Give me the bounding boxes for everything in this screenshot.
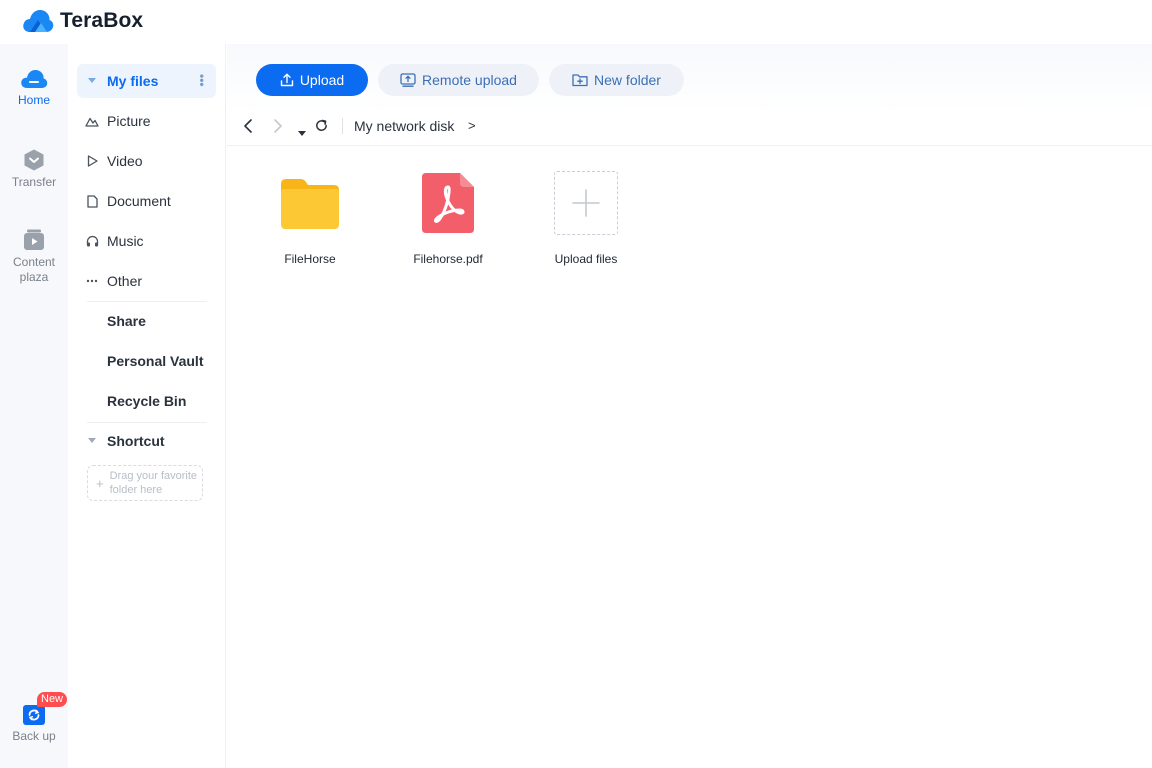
file-name: Filehorse.pdf [413,252,483,266]
new-folder-button[interactable]: New folder [549,64,684,96]
upload-files-tile[interactable]: Upload files [531,170,641,270]
files-nav: My files ••• Picture Video Document Musi… [68,44,226,768]
add-icon [572,189,600,217]
nav-shortcut[interactable]: Shortcut [77,424,216,458]
caret-down-icon [83,78,101,84]
nav-picture[interactable]: Picture [77,104,216,138]
rail-backup[interactable]: Back up New [0,692,68,744]
cloud-icon [21,70,48,88]
new-folder-icon [572,74,588,87]
rail-home-label: Home [17,93,50,107]
forward-icon[interactable] [273,118,283,139]
shortcut-drop-zone[interactable]: + Drag your favorite folder here [87,465,203,501]
headphones-icon [83,235,101,247]
nav-recycle-bin[interactable]: Recycle Bin [77,384,216,418]
back-icon[interactable] [243,118,253,139]
breadcrumb-arrow: > [468,118,476,133]
nav-recycle-bin-label: Recycle Bin [107,393,187,409]
nav-divider [87,301,207,302]
upload-files-label: Upload files [554,252,618,266]
folder-icon [281,179,339,229]
remote-upload-icon [400,73,416,87]
upload-button-label: Upload [299,72,345,88]
remote-upload-button[interactable]: Remote upload [378,64,539,96]
nav-my-files-label: My files [107,73,159,89]
picture-icon [83,115,101,127]
caret-down-icon [83,438,101,444]
nav-music-label: Music [107,233,144,249]
nav-document-label: Document [107,193,171,209]
nav-share[interactable]: Share [77,304,216,338]
nav-video[interactable]: Video [77,144,216,178]
more-options-icon[interactable]: ••• [195,74,209,87]
app-logo[interactable]: TeraBox [22,6,143,36]
file-name: FileHorse [284,252,336,266]
ellipsis-icon [83,279,101,283]
upload-drop-box[interactable] [554,171,618,235]
upload-button[interactable]: Upload [256,64,368,96]
rail-backup-label: Back up [12,729,56,743]
transfer-icon [24,149,44,171]
nav-personal-vault-label: Personal Vault [107,353,204,369]
nav-other[interactable]: Other [77,264,216,298]
nav-document[interactable]: Document [77,184,216,218]
file-tile[interactable]: FileHorse [255,170,365,270]
shortcut-drop-text: Drag your favorite folder here [109,470,198,496]
nav-share-label: Share [107,313,146,329]
rail-content-plaza[interactable]: Content plaza [0,228,68,285]
path-bar: My network disk > [227,106,1152,146]
nav-divider [87,422,207,423]
plus-icon: + [96,475,104,491]
path-separator [342,118,343,134]
rail-transfer[interactable]: Transfer [0,148,68,190]
backup-icon [23,705,45,725]
pdf-icon [422,173,474,233]
app-name: TeraBox [60,9,144,32]
nav-video-label: Video [107,153,143,169]
nav-shortcut-label: Shortcut [107,433,165,449]
left-rail: Home Transfer Content plaza Back up New [0,44,68,768]
top-bar: TeraBox [0,0,1152,44]
rail-transfer-label: Transfer [11,175,57,189]
content-plaza-icon [24,229,44,250]
breadcrumb-root[interactable]: My network disk [354,118,454,134]
nav-personal-vault[interactable]: Personal Vault [77,344,216,378]
rail-content-plaza-label: Content plaza [12,255,56,284]
history-dropdown-icon[interactable] [298,124,306,142]
remote-upload-button-label: Remote upload [422,72,517,88]
new-badge: New [37,692,68,707]
upload-icon [280,73,294,87]
nav-music[interactable]: Music [77,224,216,258]
main-content: Upload Remote upload New folder My netwo… [227,44,1152,768]
nav-my-files[interactable]: My files ••• [77,64,216,98]
refresh-icon[interactable] [314,118,329,138]
nav-other-label: Other [107,273,143,289]
document-icon [83,194,101,208]
rail-home[interactable]: Home [0,68,68,108]
new-folder-button-label: New folder [594,72,661,88]
nav-picture-label: Picture [107,113,151,129]
play-icon [83,155,101,167]
file-tile[interactable]: Filehorse.pdf [393,170,503,270]
terabox-logo-icon [23,10,54,32]
